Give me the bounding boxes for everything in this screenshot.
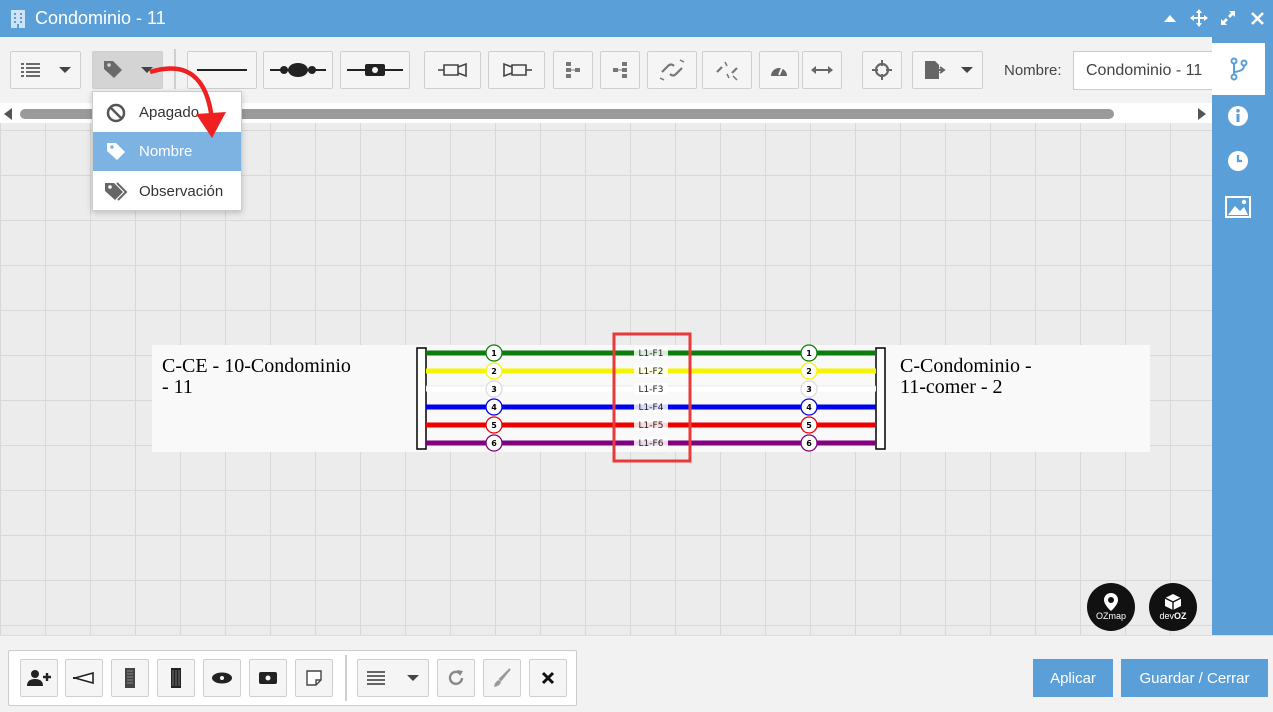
label-dropdown-menu: Apagado Nombre Observación (92, 91, 242, 211)
cable-line-button[interactable] (187, 51, 257, 89)
splice-closure-button[interactable] (203, 659, 241, 697)
history-icon[interactable] (1225, 148, 1251, 174)
brush-button[interactable] (483, 659, 521, 697)
building-icon (11, 9, 25, 28)
note-button[interactable] (295, 659, 333, 697)
save-close-button[interactable]: Guardar / Cerrar (1121, 659, 1268, 697)
image-icon[interactable] (1225, 194, 1251, 220)
right-cable-label: C-Condominio - 11-comer - 2 (900, 355, 1032, 398)
align-dropdown-button[interactable] (357, 659, 429, 697)
connector-left-button[interactable] (424, 51, 481, 89)
tree-left-button[interactable] (600, 51, 640, 89)
ban-icon (106, 103, 126, 122)
right-sidebar (1212, 37, 1273, 635)
name-input-value: Condominio - 11 (1086, 62, 1203, 79)
name-input[interactable]: Condominio - 11 (1073, 51, 1223, 90)
collapse-icon[interactable] (1160, 8, 1180, 28)
title-bar: Condominio - 11 (0, 0, 1273, 37)
splice-box-button[interactable] (340, 51, 410, 89)
add-user-button[interactable] (20, 659, 58, 697)
left-cable-label: C-CE - 10-Condominio - 11 (162, 355, 351, 398)
close-icon[interactable] (1247, 8, 1267, 28)
devoz-logo: devOZ (1149, 583, 1197, 631)
scroll-right-icon[interactable] (1198, 108, 1206, 120)
info-icon[interactable] (1225, 103, 1251, 129)
tag-icon (107, 142, 125, 160)
panel-button[interactable] (111, 659, 149, 697)
maximize-icon[interactable] (1218, 8, 1238, 28)
dio-button[interactable] (157, 659, 195, 697)
tags-icon (105, 181, 128, 201)
export-dropdown-button[interactable] (912, 51, 983, 89)
name-label: Nombre: (1004, 62, 1062, 79)
ozmap-logo: OZmap (1087, 583, 1135, 631)
dropdown-item-nombre[interactable]: Nombre (93, 132, 241, 171)
dropdown-item-observacion[interactable]: Observación (93, 172, 241, 211)
apply-button[interactable]: Aplicar (1033, 659, 1113, 697)
window-title: Condominio - 11 (35, 8, 166, 28)
list-dropdown-button[interactable] (10, 51, 81, 89)
crosshair-icon[interactable] (862, 51, 902, 89)
horizontal-resize-icon[interactable] (802, 51, 842, 89)
dropdown-item-apagado[interactable]: Apagado (93, 93, 241, 132)
tree-right-button[interactable] (553, 51, 593, 89)
refresh-button[interactable] (437, 659, 475, 697)
scroll-left-icon[interactable] (4, 108, 12, 120)
terminal-box-button[interactable] (249, 659, 287, 697)
connector-right-button[interactable] (488, 51, 545, 89)
footer-tool-group (8, 650, 577, 706)
splitter-button[interactable] (65, 659, 103, 697)
move-icon[interactable] (1189, 8, 1209, 28)
gauge-icon[interactable] (759, 51, 799, 89)
link-button[interactable] (647, 51, 697, 89)
label-dropdown-button[interactable] (92, 51, 163, 89)
unlink-button[interactable] (702, 51, 752, 89)
footer-bar: Aplicar Guardar / Cerrar (0, 635, 1273, 712)
branch-tab-icon[interactable] (1212, 43, 1265, 95)
splice-round-button[interactable] (263, 51, 333, 89)
delete-button[interactable] (529, 659, 567, 697)
